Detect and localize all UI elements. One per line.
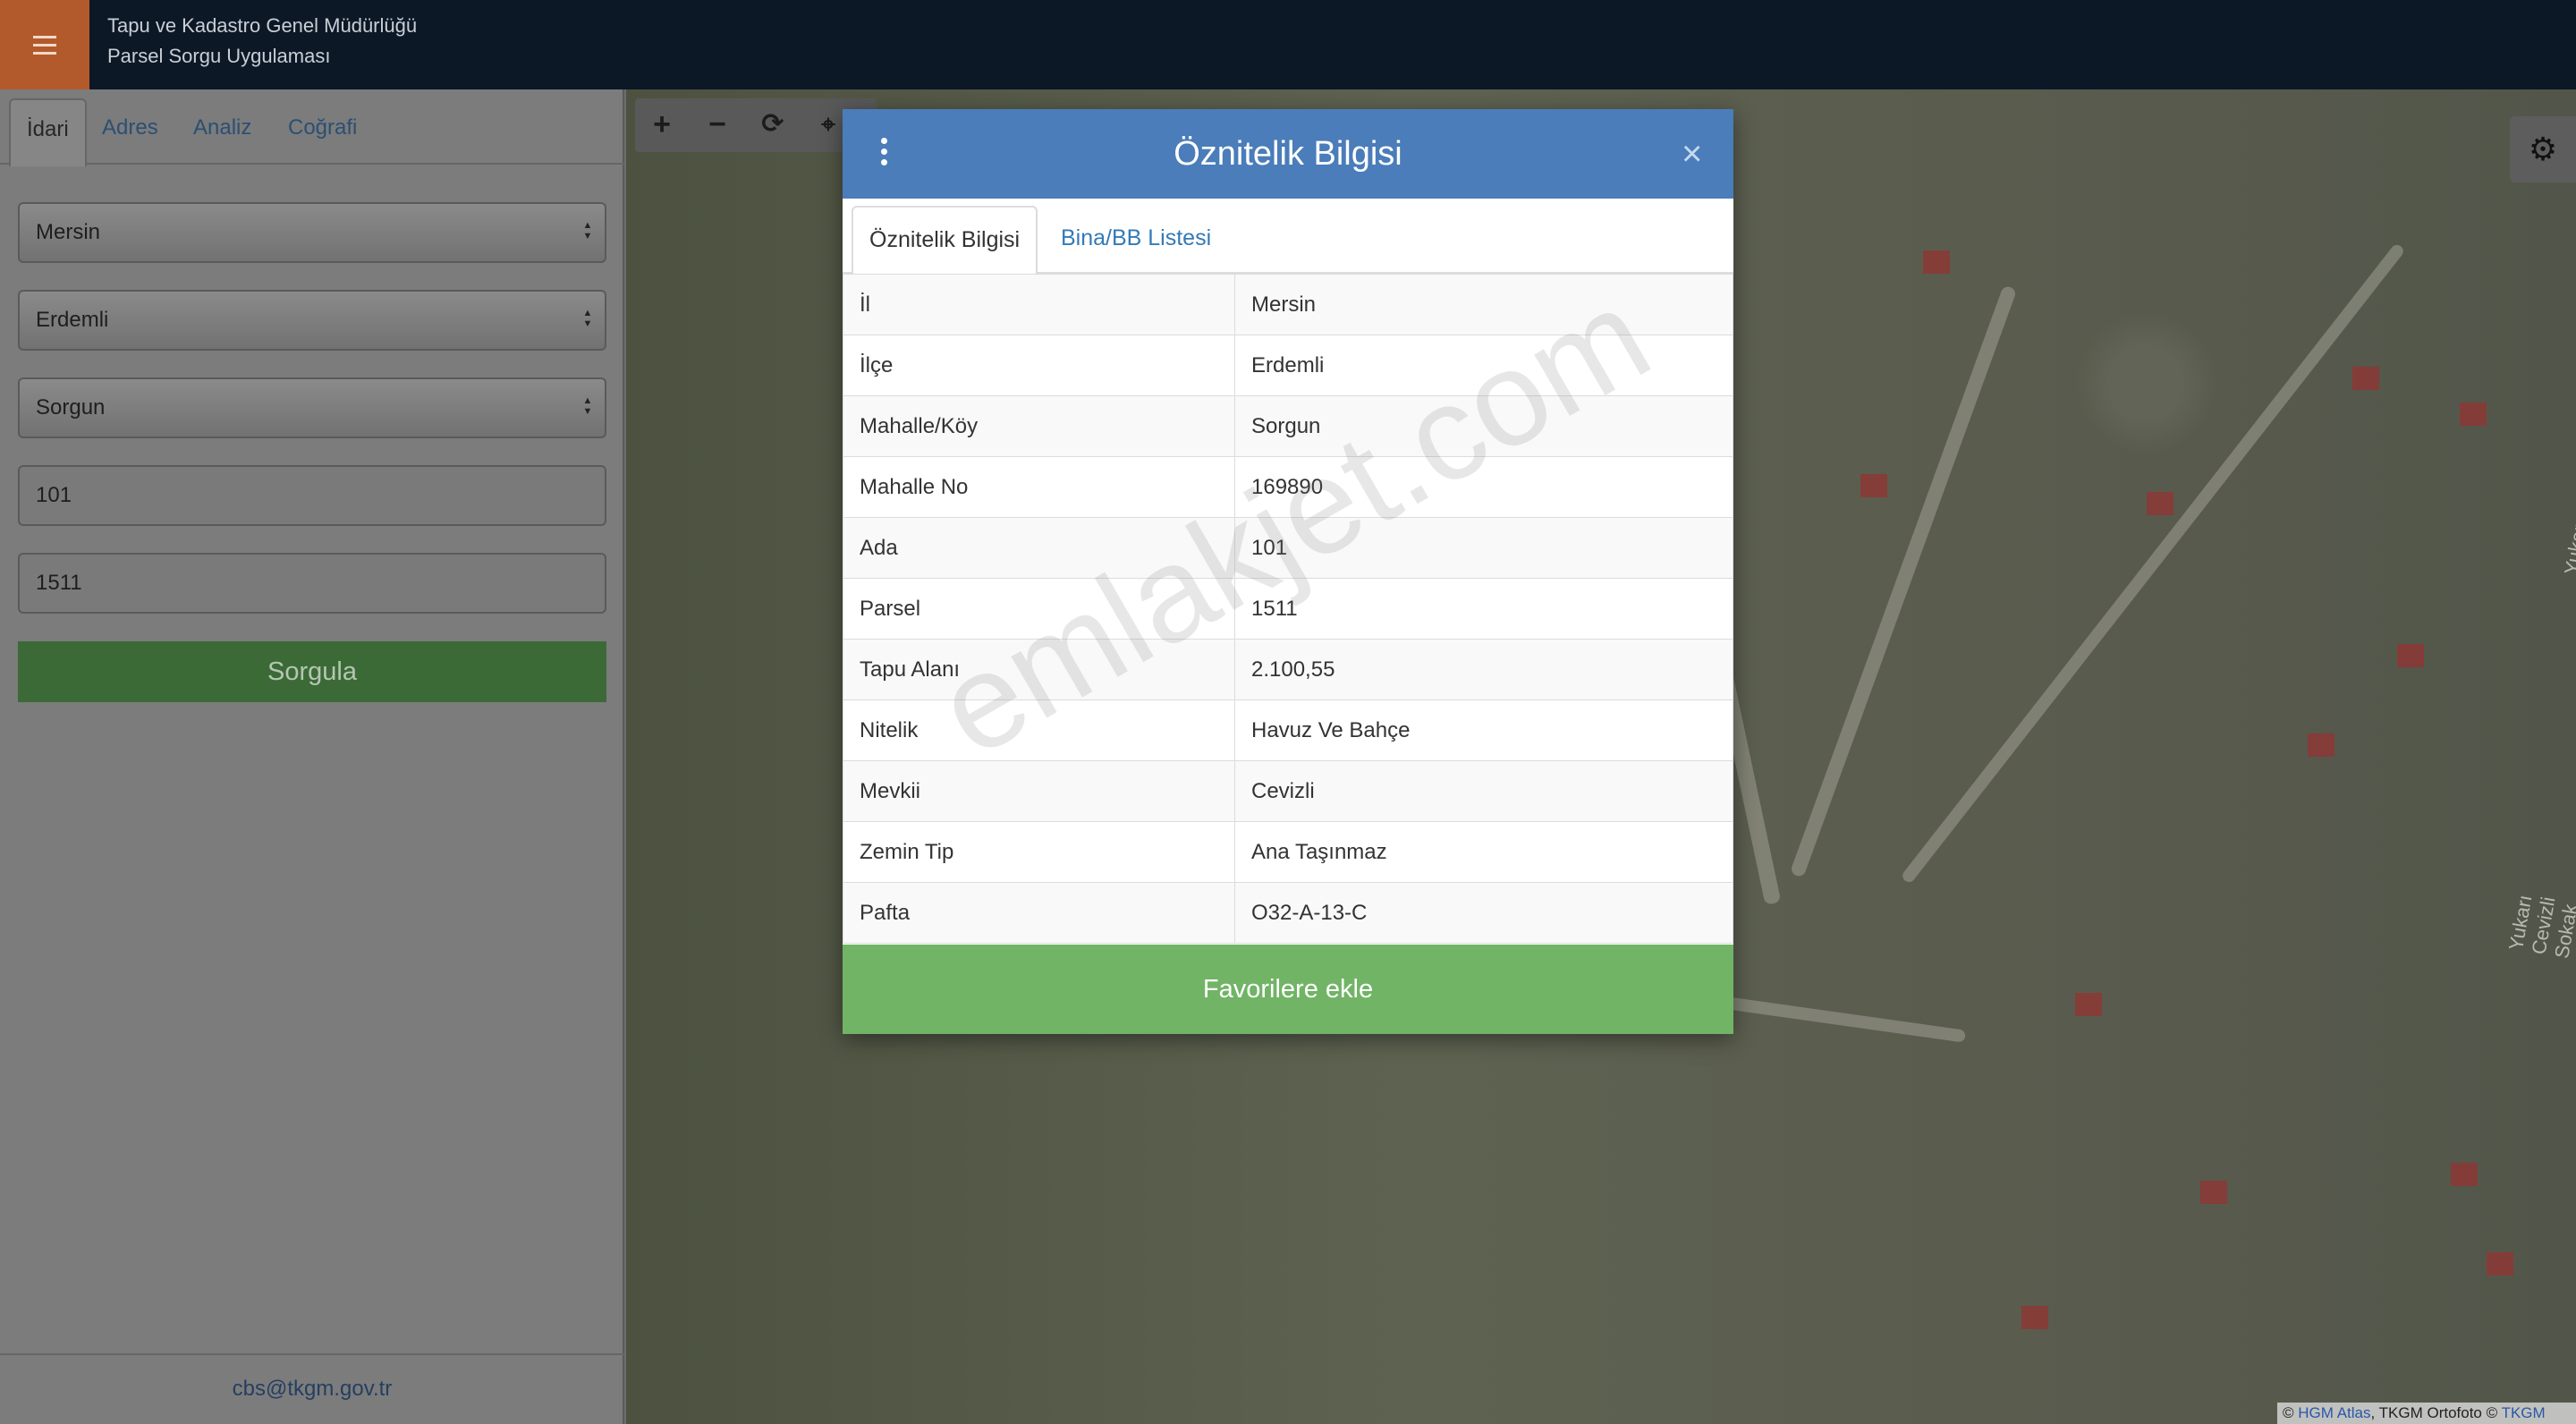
query-button[interactable]: Sorgula — [18, 641, 606, 702]
close-button[interactable]: × — [1682, 132, 1702, 175]
attribute-value: 169890 — [1234, 456, 1733, 518]
plus-icon: + — [653, 107, 671, 141]
hamburger-icon — [33, 33, 56, 57]
table-row: Tapu Alanı 2.100,55 — [843, 639, 1733, 700]
gear-icon: ⚙ — [2528, 131, 2558, 167]
table-row: Mahalle No 169890 — [843, 456, 1733, 518]
attribute-key: Ada — [843, 517, 1235, 579]
il-select-value: Mersin — [36, 220, 101, 244]
attribution-middle: , TKGM Ortofoto © — [2370, 1404, 2502, 1421]
select-arrows-icon: ▲ ▼ — [582, 220, 593, 242]
attribute-value: Sorgun — [1234, 395, 1733, 457]
il-select[interactable]: Mersin ▲ ▼ — [18, 202, 606, 263]
map-toolbar: + − ⟳ ⌖ — [635, 98, 877, 152]
attribute-value: Erdemli — [1234, 335, 1733, 396]
parsel-input[interactable]: 1511 — [18, 553, 606, 614]
tab-bina-bb-listesi[interactable]: Bina/BB Listesi — [1045, 206, 1227, 275]
table-row: Nitelik Havuz Ve Bahçe — [843, 699, 1733, 761]
modal-header: Öznitelik Bilgisi × — [843, 109, 1733, 199]
modal-title: Öznitelik Bilgisi — [1174, 135, 1402, 173]
top-bar: Tapu ve Kadastro Genel Müdürlüğü Parsel … — [0, 0, 2576, 89]
ilce-select[interactable]: Erdemli ▲ ▼ — [18, 290, 606, 351]
attribute-key: Mahalle/Köy — [843, 395, 1235, 457]
attribute-table: İl Mersin İlçe Erdemli Mahalle/Köy Sorgun Maha… — [843, 274, 1733, 944]
table-row: İlçe Erdemli — [843, 335, 1733, 396]
attribute-value: Havuz Ve Bahçe — [1234, 699, 1733, 761]
app-name: Parsel Sorgu Uygulaması — [107, 45, 331, 67]
attribute-key: Nitelik — [843, 699, 1235, 761]
street-label: Yukarı Cevizli Sokak — [2504, 893, 2576, 961]
add-to-favorites-button[interactable]: Favorilere ekle — [843, 945, 1733, 1034]
attribute-key: Mevkii — [843, 760, 1235, 822]
select-arrows-icon: ▲ ▼ — [582, 308, 593, 329]
refresh-icon: ⟳ — [761, 109, 784, 139]
table-row: Ada 101 — [843, 517, 1733, 579]
query-sidebar: İdari Adres Analiz Coğrafi Mersin ▲ ▼ Erd… — [0, 89, 624, 1424]
app-title: Tapu ve Kadastro Genel Müdürlüğü Parsel … — [107, 11, 417, 72]
tab-adres[interactable]: Adres — [86, 98, 174, 166]
street-label: Yukarı Cevizli Sokak — [2560, 517, 2576, 577]
attribute-value: 2.100,55 — [1234, 639, 1733, 700]
table-row: Mevkii Cevizli — [843, 760, 1733, 822]
refresh-button[interactable]: ⟳ — [746, 98, 800, 152]
attribute-info-modal: Öznitelik Bilgisi × Öznitelik Bilgisi Bi… — [843, 109, 1733, 1034]
attribute-value: Mersin — [1234, 274, 1733, 335]
attribute-key: Pafta — [843, 882, 1235, 944]
zoom-out-button[interactable]: − — [691, 98, 744, 152]
table-row: Zemin Tip Ana Taşınmaz — [843, 821, 1733, 883]
attribute-key: Parsel — [843, 578, 1235, 640]
attribute-key: İl — [843, 274, 1235, 335]
mahalle-select[interactable]: Sorgun ▲ ▼ — [18, 377, 606, 438]
attribute-value: Cevizli — [1234, 760, 1733, 822]
minus-icon: − — [708, 107, 726, 141]
table-row: Pafta O32-A-13-C — [843, 882, 1733, 944]
hamburger-menu-button[interactable] — [0, 0, 89, 89]
map-settings-button[interactable]: ⚙ — [2510, 116, 2576, 182]
attribute-value: O32-A-13-C — [1234, 882, 1733, 944]
attribute-key: İlçe — [843, 335, 1235, 396]
attribution-prefix: © — [2283, 1404, 2299, 1421]
tab-idari[interactable]: İdari — [9, 98, 87, 166]
attribute-value: Ana Taşınmaz — [1234, 821, 1733, 883]
attribute-value: 1511 — [1234, 578, 1733, 640]
ilce-select-value: Erdemli — [36, 308, 109, 332]
attribute-key: Zemin Tip — [843, 821, 1235, 883]
map-attribution: © HGM Atlas, TKGM Ortofoto © TKGM — [2277, 1403, 2576, 1424]
footer-email-link[interactable]: cbs@tkgm.gov.tr — [0, 1353, 624, 1424]
org-name: Tapu ve Kadastro Genel Müdürlüğü — [107, 14, 418, 37]
tkgm-link[interactable]: TKGM — [2502, 1404, 2546, 1421]
select-arrows-icon: ▲ ▼ — [582, 395, 593, 417]
attribute-key: Mahalle No — [843, 456, 1235, 518]
attribute-value: 101 — [1234, 517, 1733, 579]
modal-tabs: Öznitelik Bilgisi Bina/BB Listesi — [843, 199, 1733, 275]
tab-cografi[interactable]: Coğrafi — [272, 98, 373, 166]
attribute-key: Tapu Alanı — [843, 639, 1235, 700]
tab-analiz[interactable]: Analiz — [177, 98, 267, 166]
table-row: Mahalle/Köy Sorgun — [843, 395, 1733, 457]
crosshair-icon: ⌖ — [821, 110, 835, 138]
mahalle-select-value: Sorgun — [36, 395, 106, 420]
hgm-atlas-link[interactable]: HGM Atlas — [2298, 1404, 2370, 1421]
ada-input[interactable]: 101 — [18, 465, 606, 526]
tab-oznitelik-bilgisi[interactable]: Öznitelik Bilgisi — [852, 206, 1038, 275]
table-row: Parsel 1511 — [843, 578, 1733, 640]
sidebar-tabs: İdari Adres Analiz Coğrafi — [0, 89, 624, 166]
table-row: İl Mersin — [843, 274, 1733, 335]
zoom-in-button[interactable]: + — [635, 98, 689, 152]
